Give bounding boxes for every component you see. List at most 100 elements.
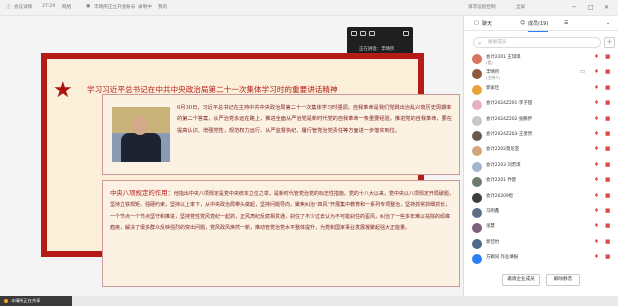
network-indicator[interactable]: 网络 (62, 4, 71, 10)
mine-label[interactable]: 我的 (158, 4, 167, 10)
camera-off-icon[interactable]: ■ (605, 208, 610, 215)
toolbar-icon-b[interactable] (360, 31, 366, 36)
chevron-down-icon[interactable]: ⌄ (606, 20, 610, 26)
member-row[interactable]: 郭家佳 ♦ ■ (464, 83, 618, 98)
member-name: 会计2024Z203-王斐然 (486, 131, 533, 137)
search-icon: ⌕ (478, 40, 482, 47)
mic-muted-icon[interactable]: ♦ (594, 254, 599, 261)
camera-off-icon[interactable]: ■ (605, 254, 610, 261)
mic-muted-icon[interactable]: ♦ (594, 193, 599, 200)
member-search-input[interactable]: ⌕ 搜索成员 (473, 37, 601, 48)
camera-off-icon[interactable]: ■ (605, 147, 610, 153)
meeting-info-label[interactable]: 会议详情 (14, 4, 32, 10)
member-row[interactable]: 方颖同 作业填报 ♦ ■ (464, 252, 618, 267)
avatar (472, 100, 482, 111)
camera-off-icon[interactable]: ■ (605, 101, 610, 107)
mic-muted-icon[interactable]: ♦ (594, 162, 599, 169)
member-name: 会计2201 乔楚 (486, 178, 517, 184)
mic-muted-icon[interactable]: ♦ (594, 131, 599, 138)
avatar (472, 115, 482, 126)
camera-off-icon[interactable]: ■ (605, 224, 610, 230)
mic-muted-icon[interactable]: ♦ (594, 101, 599, 107)
member-name: 马明鑫 (486, 208, 500, 214)
invite-button[interactable]: 邀请企业成员 (502, 274, 540, 286)
member-role: (我) (486, 60, 493, 65)
mic-muted-icon[interactable]: ♦ (594, 178, 599, 184)
add-user-button[interactable]: ＋ (604, 37, 615, 48)
member-name: 张慧 (486, 224, 495, 230)
panel-tabs: ▢ 聊天 ☺ 成员(19) ☰ ⌄ (464, 16, 618, 32)
speaking-status-bar: 正在讲话：丰晴所 (347, 27, 413, 56)
mic-muted-icon[interactable]: ♦ (594, 224, 599, 230)
sharing-badge[interactable]: 丰晴所正在共享 (0, 296, 72, 306)
member-row[interactable]: 会计2024Z201-李子甜 ♦ ■ (464, 98, 618, 113)
request-control-label[interactable]: 请求远程控制 (468, 4, 496, 10)
record-label[interactable]: 录制中 (138, 4, 152, 10)
camera-off-icon[interactable]: ■ (605, 54, 610, 61)
member-row[interactable]: 会计2202莫尼亚 ♦ ■ (464, 144, 618, 159)
collapse-icon[interactable] (403, 31, 409, 36)
mic-muted-icon[interactable]: ♦ (594, 54, 599, 61)
mic-muted-icon[interactable]: ♦ (594, 147, 599, 153)
tab-chat-icon[interactable]: ▢ (474, 20, 479, 26)
speaking-label: 正在讲话 (359, 47, 377, 52)
member-row[interactable]: 会计2201 乔楚 ♦ ■ (464, 175, 618, 190)
camera-off-icon[interactable]: ■ (605, 162, 610, 169)
tab-members[interactable]: 成员(19) (528, 20, 549, 32)
regulation-heading: 中央八项规定的作用： (110, 189, 174, 197)
maximize-icon[interactable]: □ (588, 4, 594, 11)
mic-muted-icon[interactable]: ♦ (594, 208, 599, 215)
member-role: (主持人) (486, 75, 501, 81)
member-row[interactable]: 郭佳怡 ♦ ■ (464, 237, 618, 252)
member-row[interactable]: 会计2201 王琪琪 (我) ♦ ■ (464, 52, 618, 67)
member-row[interactable]: 丰晴所 (主持人) ▭ ♦ ■ (464, 67, 618, 82)
status-bar: 丰晴所正在共享 (0, 296, 618, 306)
member-row[interactable]: 会计2203 刘若琪 ♦ ■ (464, 160, 618, 175)
avatar (472, 207, 482, 218)
camera-off-icon[interactable]: ■ (605, 178, 610, 184)
avatar (472, 254, 482, 265)
avatar (472, 69, 482, 80)
speaker-photo (112, 107, 170, 162)
meeting-title: 丰晴所正立开会账号 (94, 5, 136, 10)
tab-chat[interactable]: 聊天 (482, 20, 492, 27)
member-name: 会计2203 刘若琪 (486, 162, 521, 168)
camera-off-icon[interactable]: ■ (605, 239, 610, 246)
member-row[interactable]: 张慧 ♦ ■ (464, 221, 618, 236)
top-bar: ⓘ 会议详情 27:29 网络 ▣ 丰晴所正立开会账号 录制中 我的 请求远程控… (0, 0, 618, 16)
camera-off-icon[interactable]: ■ (605, 116, 610, 123)
speech-paragraph: 6月30日，习近平总书记在主持中共中央政治局第二十一次集体学习时强调，自我革命是… (177, 105, 452, 134)
speaking-name: 丰晴所 (380, 47, 395, 52)
avatar (472, 84, 482, 95)
toolbar-icon-c[interactable] (369, 31, 375, 36)
member-options-icon[interactable]: ☰ (564, 20, 568, 26)
member-row[interactable]: 马明鑫 ♦ ■ (464, 206, 618, 221)
member-name: 会计20209智 (486, 193, 514, 199)
star-icon: ★ (53, 78, 73, 103)
close-icon[interactable]: ✕ (604, 4, 609, 11)
screen-share-icon: ▭ (580, 69, 586, 76)
camera-off-icon[interactable]: ■ (605, 131, 610, 138)
member-row[interactable]: 会计2024Z203-王斐然 ♦ ■ (464, 129, 618, 144)
member-row[interactable]: 会计2024Z202 张鹏伊 ♦ ■ (464, 114, 618, 129)
mic-muted-icon[interactable]: ♦ (594, 116, 599, 123)
camera-off-icon[interactable]: ■ (605, 70, 610, 76)
member-list: 会计2201 王琪琪 (我) ♦ ■ 丰晴所 (主持人) ▭ ♦ ■ 郭家佳 ♦ ■ 会计2024Z20… (464, 52, 618, 267)
fullscreen-label[interactable]: 全屏 (516, 4, 525, 10)
regulation-box: 中央八项规定的作用：他指出中央八项规定是党中央统本立位之举，是新时代管党治党的标… (102, 180, 460, 287)
member-row[interactable]: 会计20209智 ♦ ■ (464, 191, 618, 206)
camera-off-icon[interactable]: ■ (605, 193, 610, 200)
minimize-icon[interactable]: ─ (572, 4, 576, 11)
avatar (472, 192, 482, 203)
mic-muted-icon[interactable]: ♦ (594, 239, 599, 246)
speaking-status: 正在讲话：丰晴所 (359, 47, 395, 52)
mic-muted-icon[interactable]: ♦ (594, 85, 599, 92)
toolbar-icon-a[interactable] (351, 31, 357, 36)
tab-members-icon[interactable]: ☺ (520, 20, 525, 26)
speech-box: 6月30日，习近平总书记在主持中共中央政治局第二十一次集体学习时强调，自我革命是… (102, 94, 460, 175)
camera-off-icon[interactable]: ■ (605, 85, 610, 92)
unmute-all-button[interactable]: 解除静音 (546, 274, 580, 286)
mic-muted-icon[interactable]: ♦ (594, 70, 599, 76)
record-indicator-icon: ▣ (86, 4, 91, 9)
meeting-info-icon[interactable]: ⓘ (6, 4, 11, 10)
